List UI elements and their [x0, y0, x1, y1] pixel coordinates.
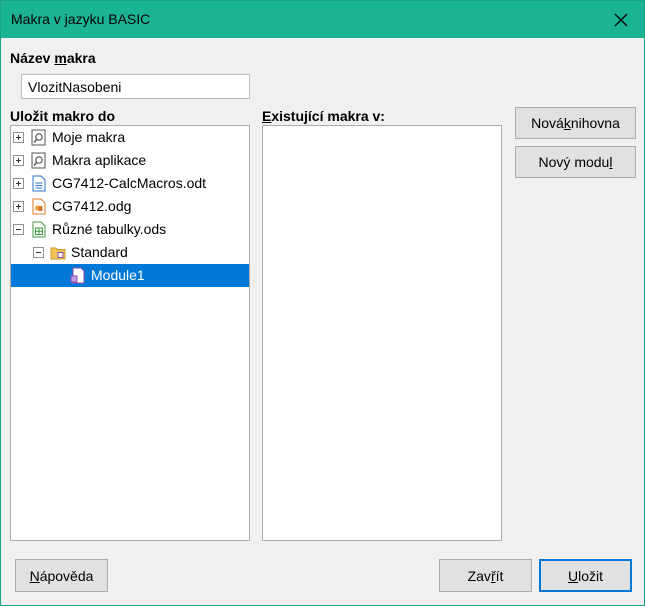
macro-library-icon [31, 152, 46, 169]
collapse-icon[interactable] [33, 247, 44, 258]
tree-item-label: Různé tabulky.ods [52, 221, 167, 237]
close-label-suffix: ít [495, 567, 504, 584]
expand-icon[interactable] [13, 132, 24, 143]
new-library-label-suffix: nihovna [570, 115, 620, 131]
macro-name-label-suffix: akra [66, 50, 96, 66]
basic-macros-dialog: Makra v jazyku BASIC Název makra Uložit … [0, 0, 645, 606]
help-label-rest: ápověda [39, 567, 94, 584]
new-library-label-prefix: Nová [531, 115, 564, 131]
close-window-button[interactable] [598, 1, 644, 38]
existing-macros-list[interactable] [262, 125, 502, 541]
help-button[interactable]: Nápověda [15, 559, 108, 592]
tree-item-moje-makra[interactable]: Moje makra [11, 126, 249, 149]
macro-name-label: Název makra [10, 50, 96, 66]
macro-name-input[interactable] [21, 74, 250, 99]
save-label-suffix: ložit [578, 567, 604, 584]
close-icon [614, 13, 628, 26]
help-label-accel: N [29, 567, 40, 584]
macro-name-label-prefix: Název [10, 50, 55, 66]
expand-icon[interactable] [13, 201, 24, 212]
writer-document-icon [32, 175, 46, 192]
tree-item-calcmacros-odt[interactable]: CG7412-CalcMacros.odt [11, 172, 249, 195]
title-bar: Makra v jazyku BASIC [1, 1, 644, 38]
draw-document-icon [32, 198, 46, 215]
existing-macros-label-accel: E [262, 108, 272, 124]
save-button[interactable]: Uložit [539, 559, 632, 592]
expand-icon[interactable] [13, 178, 24, 189]
tree-item-label: Moje makra [52, 129, 126, 145]
calc-spreadsheet-icon [32, 221, 46, 238]
existing-macros-label: Existující makra v: [262, 108, 385, 124]
save-in-tree[interactable]: Moje makra Makra aplikace CG7412-CalcMac… [10, 125, 250, 541]
save-label-accel: U [567, 567, 579, 584]
tree-item-label: Module1 [91, 267, 145, 283]
collapse-icon[interactable] [13, 224, 24, 235]
tree-item-label: CG7412-CalcMacros.odt [52, 175, 207, 191]
expand-icon[interactable] [13, 155, 24, 166]
basic-module-icon [70, 267, 85, 284]
new-library-label-accel: k [563, 115, 571, 131]
close-label-prefix: Zav [467, 567, 491, 584]
tree-item-makra-aplikace[interactable]: Makra aplikace [11, 149, 249, 172]
new-module-label-accel: l [609, 154, 613, 170]
tree-item-label: CG7412.odg [52, 198, 132, 214]
new-module-label-prefix: Nový modu [538, 154, 610, 170]
macro-library-icon [31, 129, 46, 146]
close-button[interactable]: Zav ř ít [439, 559, 532, 592]
new-module-button[interactable]: Nový modu l [515, 146, 636, 178]
new-library-button[interactable]: Nová k nihovna [515, 107, 636, 139]
library-folder-icon [50, 247, 66, 260]
tree-item-label: Makra aplikace [52, 152, 147, 168]
macro-name-label-accel: m [54, 50, 67, 66]
tree-item-cg7412-odg[interactable]: CG7412.odg [11, 195, 249, 218]
save-in-label: Uložit makro do [10, 108, 116, 124]
existing-macros-label-rest: xistující makra v: [271, 108, 385, 124]
window-title: Makra v jazyku BASIC [11, 11, 151, 27]
tree-item-standard[interactable]: Standard [11, 241, 249, 264]
tree-item-label: Standard [71, 244, 128, 260]
tree-item-ruzne-tabulky-ods[interactable]: Různé tabulky.ods [11, 218, 249, 241]
tree-item-module1[interactable]: Module1 [11, 264, 249, 287]
